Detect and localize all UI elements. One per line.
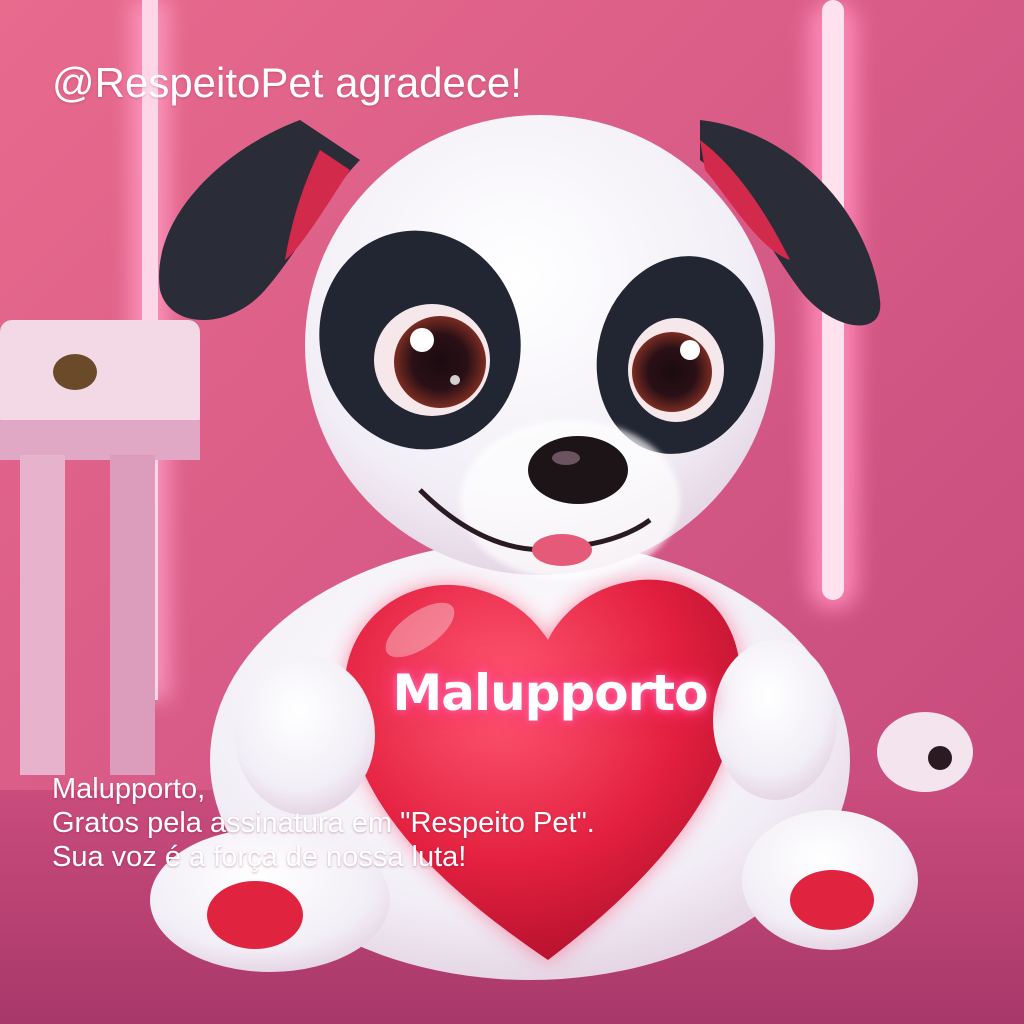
toy-ball (877, 712, 973, 792)
puppy-eye-left (374, 304, 490, 416)
message-line-3: Sua voz é a força de nossa luta! (52, 841, 467, 873)
puppy-eye-right (628, 318, 724, 422)
greeting-card: @RespeitoPet agradece! Malupporto Malupp… (0, 0, 1024, 1024)
thank-you-message: Malupporto, Gratos pela assinatura em "R… (52, 772, 595, 874)
puppy-tongue (532, 534, 592, 566)
message-line-2: Gratos pela assinatura em "Respeito Pet"… (52, 807, 595, 839)
puppy-foot-right (742, 810, 918, 950)
header-title: @RespeitoPet agradece! (52, 59, 522, 106)
heart-name-label: Malupporto (392, 664, 708, 722)
message-line-1: Malupporto, (52, 773, 206, 805)
puppy-nose (528, 436, 628, 504)
